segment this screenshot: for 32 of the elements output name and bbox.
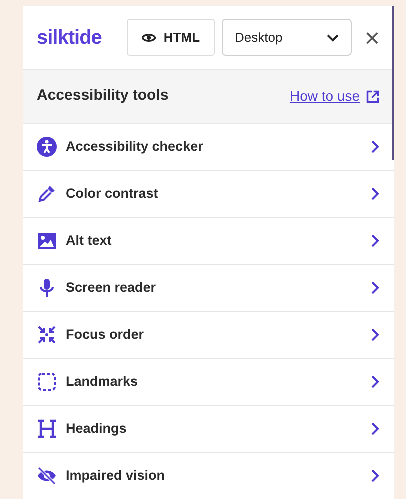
tool-item[interactable]: Color contrast [23, 171, 394, 218]
section-title: Accessibility tools [37, 86, 169, 106]
close-button[interactable]: × [364, 24, 380, 50]
tool-item[interactable]: Headings [23, 406, 394, 453]
arrows-inward-icon [37, 325, 57, 345]
chevron-down-icon [326, 34, 339, 42]
chevron-right-icon [371, 328, 380, 342]
logo: silktide [37, 26, 102, 50]
dashed-square-icon [37, 372, 57, 392]
eye-slash-icon [37, 466, 57, 486]
device-select[interactable]: Desktop [222, 19, 352, 56]
tool-item[interactable]: Focus order [23, 312, 394, 359]
heading-icon [37, 419, 57, 439]
tool-item[interactable]: Alt text [23, 218, 394, 265]
tool-item[interactable]: Landmarks [23, 359, 394, 406]
chevron-right-icon [371, 234, 380, 248]
how-to-use-link[interactable]: How to use [290, 86, 380, 107]
chevron-right-icon [371, 187, 380, 201]
external-link-icon [366, 90, 380, 104]
eyedropper-icon [37, 184, 57, 204]
chevron-right-icon [371, 281, 380, 295]
tool-item[interactable]: Impaired vision [23, 453, 394, 499]
html-view-button[interactable]: HTML [126, 19, 216, 56]
chevron-right-icon [371, 375, 380, 389]
accessibility-icon [37, 137, 57, 157]
microphone-icon [37, 278, 57, 298]
tool-item[interactable]: Accessibility checker [23, 124, 394, 171]
chevron-right-icon [371, 422, 380, 436]
image-icon [37, 231, 57, 251]
chevron-right-icon [371, 469, 380, 483]
tool-item[interactable]: Screen reader [23, 265, 394, 312]
chevron-right-icon [371, 140, 380, 154]
